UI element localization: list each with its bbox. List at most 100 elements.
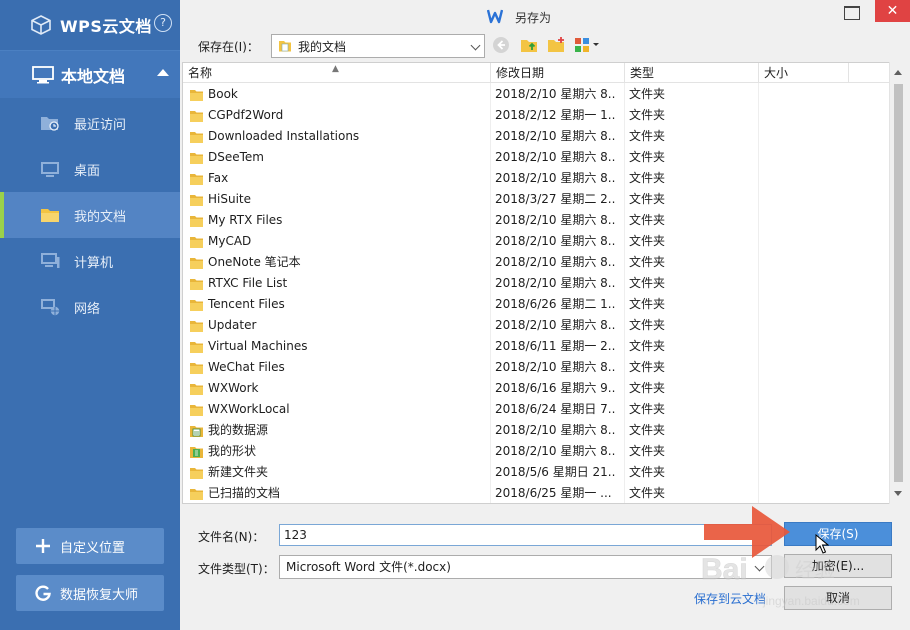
file-type: 文件夹 [629, 87, 666, 101]
sidebar-item-my-documents[interactable]: 我的文档 [0, 192, 180, 238]
file-row[interactable]: WeChat Files 2018/2/10 星期六 8... 文件夹 [183, 357, 891, 378]
file-name: 已扫描的文档 [208, 486, 281, 500]
file-name-cell: WXWork [189, 378, 485, 399]
filename-input[interactable]: 123 [279, 524, 772, 546]
file-name-cell: Fax [189, 168, 485, 189]
file-date: 2018/6/16 星期六 9... [495, 381, 616, 395]
documents-folder-icon [279, 41, 291, 52]
file-date: 2018/2/10 星期六 8... [495, 171, 616, 185]
file-date: 2018/2/10 星期六 8... [495, 444, 616, 458]
file-row[interactable]: My RTX Files 2018/2/10 星期六 8... 文件夹 [183, 210, 891, 231]
local-docs-header[interactable]: 本地文档 [0, 50, 180, 98]
file-row[interactable]: RTXC File List 2018/2/10 星期六 8... 文件夹 [183, 273, 891, 294]
save-in-select[interactable]: 我的文档 [271, 34, 485, 58]
file-name-cell: OneNote 笔记本 [189, 252, 485, 273]
cloud-cube-icon [31, 15, 51, 35]
folder-icon [190, 152, 203, 164]
file-row[interactable]: CGPdf2Word 2018/2/12 星期一 1... 文件夹 [183, 105, 891, 126]
file-date: 2018/2/10 星期六 8... [495, 129, 616, 143]
sidebar-item-label: 桌面 [74, 163, 101, 179]
svg-text:经验: 经验 [795, 558, 835, 582]
vertical-scrollbar[interactable] [889, 62, 906, 504]
file-type: 文件夹 [629, 465, 666, 479]
file-name: CGPdf2Word [208, 108, 284, 122]
filename-label: 文件名(N)： [198, 530, 265, 544]
folder-icon [190, 110, 203, 122]
sidebar-item-recent[interactable]: 最近访问 [0, 100, 180, 146]
baidu-watermark-logo: Bai 经验 jingyan.baidu.com [701, 553, 860, 608]
folder-icon [190, 89, 203, 101]
wps-writer-icon [487, 9, 503, 24]
column-type-header[interactable]: 类型 [625, 63, 759, 83]
brand-header: WPS云文档 ? [0, 0, 180, 50]
file-rows: Book 2018/2/10 星期六 8... 文件夹 CGPdf2Word 2018/… [183, 84, 891, 503]
svg-text:jingyan.baidu.com: jingyan.baidu.com [762, 594, 860, 608]
scroll-up-icon[interactable] [894, 70, 902, 75]
file-type: 文件夹 [629, 108, 666, 122]
folder-icon [190, 341, 203, 353]
file-row[interactable]: WXWorkLocal 2018/6/24 星期日 7... 文件夹 [183, 399, 891, 420]
file-row[interactable]: 我的形状 2018/2/10 星期六 8... 文件夹 [183, 441, 891, 462]
sidebar-item-computer[interactable]: 计算机 [0, 238, 180, 284]
maximize-button[interactable] [844, 6, 860, 20]
file-row[interactable]: Book 2018/2/10 星期六 8... 文件夹 [183, 84, 891, 105]
file-name: MyCAD [208, 234, 252, 248]
file-date: 2018/2/10 星期六 8... [495, 234, 616, 248]
file-date: 2018/6/26 星期二 1... [495, 297, 616, 311]
scroll-down-icon[interactable] [894, 491, 902, 496]
file-date: 2018/2/10 星期六 8... [495, 423, 616, 437]
file-row[interactable]: Downloaded Installations 2018/2/10 星期六 8.… [183, 126, 891, 147]
file-type: 文件夹 [629, 150, 666, 164]
data-recovery-button[interactable]: 数据恢复大师 [16, 575, 164, 611]
new-folder-icon[interactable] [547, 36, 565, 54]
sidebar-item-label: 计算机 [74, 255, 114, 271]
custom-location-button[interactable]: 自定义位置 [16, 528, 164, 564]
file-row[interactable]: MyCAD 2018/2/10 星期六 8... 文件夹 [183, 231, 891, 252]
file-date: 2018/6/25 星期一 ... [495, 486, 612, 500]
file-row[interactable]: 已扫描的文档 2018/6/25 星期一 ... 文件夹 [183, 483, 891, 503]
file-type: 文件夹 [629, 255, 666, 269]
file-row[interactable]: Fax 2018/2/10 星期六 8... 文件夹 [183, 168, 891, 189]
collapse-caret-icon[interactable] [157, 69, 169, 76]
file-name-cell: Virtual Machines [189, 336, 485, 357]
file-name-cell: Book [189, 84, 485, 105]
file-row[interactable]: WXWork 2018/6/16 星期六 9... 文件夹 [183, 378, 891, 399]
sidebar-item-desktop[interactable]: 桌面 [0, 146, 180, 192]
back-icon[interactable] [492, 36, 510, 54]
file-name: Book [208, 87, 238, 101]
file-date: 2018/2/10 星期六 8... [495, 318, 616, 332]
file-row[interactable]: HiSuite 2018/3/27 星期二 2... 文件夹 [183, 189, 891, 210]
folder-icon [190, 236, 203, 248]
column-size-header[interactable]: 大小 [759, 63, 849, 83]
column-date-header[interactable]: 修改日期 [491, 63, 625, 83]
view-menu-icon[interactable] [574, 36, 602, 54]
save-as-dialog: 另存为 ✕ 保存在(I)： 我的文档 名称 ▲ 修改日期 类型 大小 Book … [180, 0, 910, 630]
folder-icon [190, 173, 203, 185]
folder-icon [190, 488, 203, 500]
file-row[interactable]: Tencent Files 2018/6/26 星期二 1... 文件夹 [183, 294, 891, 315]
sort-up-icon: ▲ [332, 64, 339, 74]
file-row[interactable]: Updater 2018/2/10 星期六 8... 文件夹 [183, 315, 891, 336]
file-row[interactable]: DSeeTem 2018/2/10 星期六 8... 文件夹 [183, 147, 891, 168]
scroll-thumb[interactable] [894, 84, 903, 482]
folder-icon [41, 209, 59, 222]
close-button[interactable]: ✕ [875, 0, 910, 22]
help-icon[interactable]: ? [154, 14, 172, 32]
sidebar: WPS云文档 ? 本地文档 最近访问 桌面 我的文档 计算机 网络 自定义位置 … [0, 0, 180, 630]
file-date: 2018/2/10 星期六 8... [495, 213, 616, 227]
file-list: 名称 ▲ 修改日期 类型 大小 Book 2018/2/10 星期六 8... 文件夹… [182, 62, 892, 504]
file-row[interactable]: 我的数据源 2018/2/10 星期六 8... 文件夹 [183, 420, 891, 441]
shapes-folder-icon [190, 446, 203, 458]
file-row[interactable]: Virtual Machines 2018/6/11 星期一 2... 文件夹 [183, 336, 891, 357]
save-button[interactable]: 保存(S) [784, 522, 892, 546]
desktop-icon [41, 162, 59, 177]
monitor-icon [32, 65, 54, 83]
up-folder-icon[interactable] [520, 36, 538, 54]
column-name-header[interactable]: 名称 ▲ [183, 63, 491, 83]
file-row[interactable]: 新建文件夹 2018/5/6 星期日 21... 文件夹 [183, 462, 891, 483]
sidebar-item-network[interactable]: 网络 [0, 284, 180, 330]
file-row[interactable]: OneNote 笔记本 2018/2/10 星期六 8... 文件夹 [183, 252, 891, 273]
folder-icon [190, 257, 203, 269]
filetype-value: Microsoft Word 文件(*.docx) [286, 560, 451, 574]
file-type: 文件夹 [629, 234, 666, 248]
